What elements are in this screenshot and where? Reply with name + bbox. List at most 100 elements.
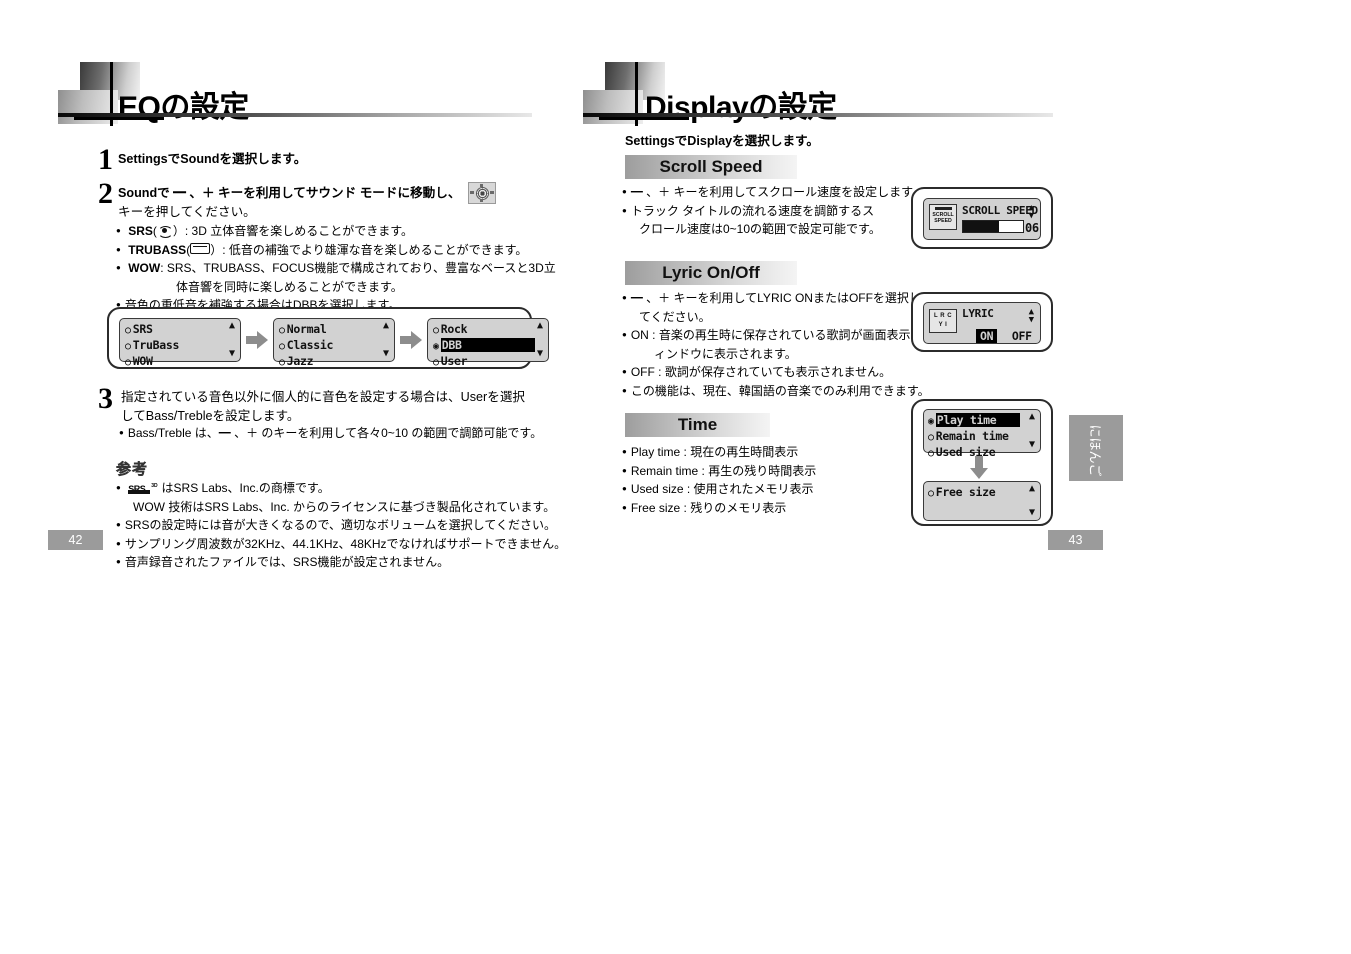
note-item-4: 音声録音されたファイルでは、SRS機能が設定されません。 — [116, 553, 566, 572]
eq-screen-flow-frame: SRS TruBass WOW ▲ ▼ Normal Classic Jazz … — [107, 307, 549, 369]
eq1-scroll-down-icon[interactable]: ▼ — [229, 349, 235, 359]
trubass-bar-icon — [190, 242, 211, 254]
right-intro-text: SettingsでDisplayを選択します。 — [625, 134, 819, 148]
note-item-1: WOW 技術はSRS Labs、Inc. からのライセンスに基づき製品化されてい… — [133, 499, 556, 514]
page-title: EQの設定 — [118, 91, 249, 124]
step-3-number: 3 — [98, 382, 113, 415]
lyric-icon-line1: L R C — [933, 313, 953, 319]
manual-page-spread: EQの設定 1 SettingsでSoundを選択します。 2 Soundで ━… — [0, 0, 1351, 954]
bullet-srs-text: ）: 3D 立体音響を楽しめることができます。 — [172, 224, 414, 238]
side-tab-label: にほんご — [1087, 424, 1103, 477]
time2-scroll-down-icon[interactable]: ▼ — [1029, 508, 1035, 518]
eq2-row-2[interactable]: Jazz — [279, 354, 390, 370]
eq2-scroll-up-icon[interactable]: ▲ — [383, 321, 389, 331]
eq-screen-3: Rock DBB User ▲ ▼ — [427, 318, 549, 368]
eq3-row-1[interactable]: DBB — [433, 338, 544, 354]
time2-row-0[interactable]: Free size — [928, 485, 1036, 501]
time1-row-0[interactable]: Play time — [928, 413, 1036, 429]
bullet-trubass: TRUBASS(）: 低音の補強でより雄渾な音を楽しめることができます。 — [116, 241, 546, 260]
ss-icon-line2: SPEED — [934, 217, 952, 224]
scroll-speed-glyph-icon: SCROLL SPEED — [929, 204, 957, 230]
time-screen-1: Play time Remain time Used size ▲ ▼ — [923, 409, 1041, 459]
step-2-text-line1: Soundで ━ 、＋ キーを利用してサウンド モードに移動し、 — [118, 186, 461, 200]
right-page-number: 43 — [1048, 530, 1103, 550]
time1-scroll-down-icon[interactable]: ▼ — [1029, 440, 1035, 450]
right-page-header: Displayの設定 — [583, 62, 1063, 132]
section-header-lyric: Lyric On/Off — [625, 261, 797, 285]
time1-row-1[interactable]: Remain time — [928, 429, 1036, 445]
step-1-number: 1 — [98, 143, 113, 176]
time2-scroll-up-icon[interactable]: ▲ — [1029, 484, 1035, 494]
eq3-row-0[interactable]: Rock — [433, 322, 544, 338]
step-2-text-line2: キーを押してください。 — [118, 205, 256, 219]
lyric-bullet-2: ON : 音楽の再生時に保存されている歌詞が画面表示ウ — [622, 326, 930, 345]
eq3-scroll-up-icon[interactable]: ▲ — [537, 321, 543, 331]
section-header-time: Time — [625, 413, 770, 437]
scroll-speed-screen: SCROLL SPEED SCROLL SPEED ▲ ▼ 06 — [923, 198, 1041, 240]
step-2-number: 2 — [98, 177, 113, 210]
header-rule-right — [583, 113, 1053, 117]
eq3-scroll-down-icon[interactable]: ▼ — [537, 349, 543, 359]
time-bullet-2: Used size : 使用されたメモリ表示 — [622, 480, 816, 499]
lyric-bullet-0: ━ 、＋ キーを利用してLYRIC ONまたはOFFを選択し — [622, 289, 930, 308]
time-screen-2: Free size ▲ ▼ — [923, 481, 1041, 521]
lyric-option-on[interactable]: ON — [976, 329, 998, 343]
eq2-row-0[interactable]: Normal — [279, 322, 390, 338]
scroll-speed-progress[interactable] — [962, 220, 1024, 233]
eq1-row-1[interactable]: TruBass — [125, 338, 236, 354]
eq1-scroll-up-icon[interactable]: ▲ — [229, 321, 235, 331]
note-list: SRS3D はSRS Labs、Inc.の商標です。 WOW 技術はSRS La… — [116, 479, 566, 572]
scroll-speed-bullet-1: トラック タイトルの流れる速度を調節するス — [622, 202, 924, 221]
flow-arrow-2-icon — [400, 331, 422, 349]
eq2-row-1[interactable]: Classic — [279, 338, 390, 354]
lyric-bullet-5: この機能は、現在、韓国語の音楽でのみ利用できます。 — [622, 382, 930, 401]
joystick-navigation-icon — [468, 182, 496, 204]
step-3-bullet-0: Bass/Treble は、━ 、＋ のキーを利用して各々0~10 の範囲で調節… — [119, 424, 542, 443]
eq1-row-0[interactable]: SRS — [125, 322, 236, 338]
time1-scroll-up-icon[interactable]: ▲ — [1029, 412, 1035, 422]
lyric-bullet-3: ィンドウに表示されます。 — [654, 346, 797, 361]
time-bullet-3: Free size : 残りのメモリ表示 — [622, 499, 816, 518]
bullet-wow: WOW: SRS、TRUBASS、FOCUS機能で構成されており、豊富なベースと… — [116, 259, 556, 278]
page-title-right: Displayの設定 — [645, 91, 837, 124]
lyric-option-off[interactable]: OFF — [1012, 329, 1032, 343]
eq-screen-1: SRS TruBass WOW ▲ ▼ — [119, 318, 241, 368]
eq-screen-2: Normal Classic Jazz ▲ ▼ — [273, 318, 395, 368]
lyric-glyph-icon: L R C Y I — [929, 309, 957, 333]
scroll-speed-updown-icon[interactable]: ▲ ▼ — [1029, 204, 1034, 221]
scroll-speed-frame: SCROLL SPEED SCROLL SPEED ▲ ▼ 06 — [911, 187, 1053, 249]
flow-arrow-down-icon — [970, 456, 988, 480]
scroll-speed-bullet-0: ━ 、＋ キーを利用してスクロール速度を設定します。 — [622, 183, 924, 202]
note-item-0: SRS3D はSRS Labs、Inc.の商標です。 — [116, 479, 566, 498]
lyric-updown-icon[interactable]: ▲ ▼ — [1029, 308, 1034, 325]
left-page-number: 42 — [48, 530, 103, 550]
srs-labs-logo-icon: SRS3D — [128, 482, 158, 494]
header-rule-left — [58, 113, 532, 117]
bullet-trubass-text: ）: 低音の補強でより雄渾な音を楽しめることができます。 — [210, 242, 528, 257]
bullet-srs: SRS(）: 3D 立体音響を楽しめることができます。 — [116, 222, 546, 241]
eq3-row-2[interactable]: User — [433, 354, 544, 370]
step-3-text-line1: 指定されている音色以外に個人的に音色を設定する場合は、Userを選択 — [121, 390, 526, 404]
time-bullet-1: Remain time : 再生の残り時間表示 — [622, 462, 816, 481]
section-title-scroll-speed: Scroll Speed — [659, 157, 763, 176]
eq1-row-2[interactable]: WOW — [125, 354, 236, 370]
scroll-speed-title: SCROLL SPEED — [962, 204, 1038, 217]
left-page-header: EQの設定 — [58, 62, 538, 132]
time-screen-flow-frame: Play time Remain time Used size ▲ ▼ Free… — [911, 399, 1053, 526]
lyric-frame: L R C Y I LYRIC ▲ ▼ ON OFF — [911, 292, 1053, 352]
time-bullets: Play time : 現在の再生時間表示 Remain time : 再生の残… — [622, 443, 816, 517]
srs-circle-icon — [157, 225, 173, 238]
note-title: 参考 — [116, 461, 149, 478]
lyric-screen: L R C Y I LYRIC ▲ ▼ ON OFF — [923, 302, 1041, 344]
lyric-bullets: ━ 、＋ キーを利用してLYRIC ONまたはOFFを選択し てください。 ON… — [622, 289, 930, 400]
lyric-icon-line2: Y I — [938, 322, 948, 328]
step-3-bullet-list: Bass/Treble は、━ 、＋ のキーを利用して各々0~10 の範囲で調節… — [119, 424, 542, 443]
flow-arrow-1-icon — [246, 331, 268, 349]
step-1-text: SettingsでSoundを選択します。 — [118, 152, 307, 166]
eq2-scroll-down-icon[interactable]: ▼ — [383, 349, 389, 359]
scroll-speed-bullet-2: クロール速度は0~10の範囲で設定可能です。 — [639, 222, 881, 236]
section-title-time: Time — [677, 415, 718, 434]
note-item-2: SRSの設定時には音が大きくなるので、適切なボリュームを選択してください。 — [116, 516, 566, 535]
lyric-bullet-4: OFF : 歌詞が保存されていても表示されません。 — [622, 363, 930, 382]
time-bullet-0: Play time : 現在の再生時間表示 — [622, 443, 816, 462]
